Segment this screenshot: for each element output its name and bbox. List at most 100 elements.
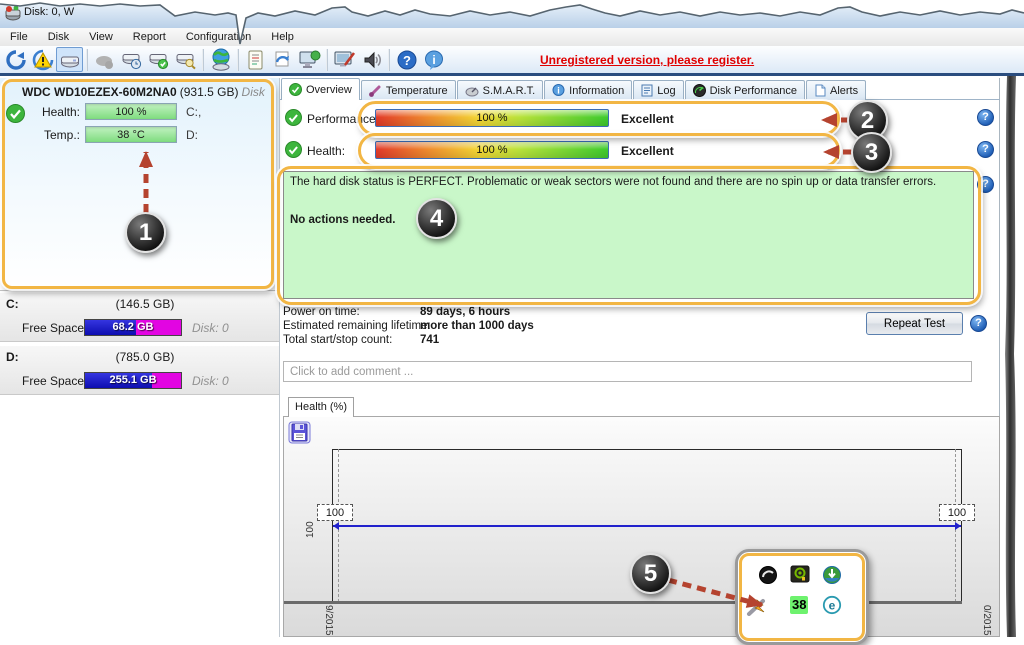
toolbar-separator xyxy=(326,49,328,71)
help-icon-performance[interactable]: ? xyxy=(977,109,994,126)
tab-disk-performance[interactable]: Disk Performance xyxy=(685,80,805,100)
system-tray-inset: 38 e xyxy=(735,549,869,645)
hd-sentinel-temp-tray-icon: 38 xyxy=(790,596,808,614)
stat-value: 741 xyxy=(420,334,439,346)
disk-select-icon[interactable] xyxy=(56,47,83,72)
free-space-value: 255.1 GB xyxy=(85,373,181,388)
volume-d-panel[interactable]: D: (785.0 GB) Free Space 255.1 GB Disk: … xyxy=(0,345,279,395)
tab-alerts[interactable]: Alerts xyxy=(806,80,866,100)
free-space-label: Free Space xyxy=(22,321,84,335)
toolbar-separator xyxy=(202,49,204,71)
plot-border-top xyxy=(332,449,962,450)
tab-strip: Overview Temperature S.M.A.R.T. i Inform… xyxy=(281,79,867,100)
svg-text:i: i xyxy=(432,53,435,67)
health-bar: 100 % xyxy=(375,141,609,159)
free-space-value: 68.2 GB xyxy=(85,320,181,335)
disk-title: WDC WD10EZEX-60M2NA0 (931.5 GB) Disk xyxy=(22,85,276,99)
volume-letter: C: xyxy=(6,297,19,311)
stat-label: Power on time: xyxy=(283,306,360,318)
save-chart-icon[interactable] xyxy=(288,421,311,444)
torn-edge-top xyxy=(0,0,1024,50)
report-icon[interactable] xyxy=(242,47,269,72)
page-icon xyxy=(814,84,826,97)
tab-information[interactable]: i Information xyxy=(544,80,632,100)
help-icon[interactable]: ? xyxy=(393,47,420,72)
toolbar-bottom-edge xyxy=(0,73,1024,76)
series-value-box-left: 100 xyxy=(317,504,353,521)
tab-overview[interactable]: Overview xyxy=(281,78,360,100)
tab-label: Overview xyxy=(306,84,352,96)
performance-gauge-icon xyxy=(693,84,706,97)
thermometer-icon xyxy=(369,84,382,97)
comment-input[interactable] xyxy=(283,361,972,382)
sidebar-divider xyxy=(279,78,280,637)
app-window: { "window": { "title": "Disk: 0, W" }, "… xyxy=(0,0,1024,637)
info-icon[interactable]: i xyxy=(420,47,447,72)
stat-value: 89 days, 6 hours xyxy=(420,306,510,318)
disk-suffix: Disk xyxy=(242,85,265,99)
health-label: Health: xyxy=(8,105,80,119)
volume-disk-ref: Disk: 0 xyxy=(192,321,229,335)
repeat-test-button[interactable]: Repeat Test xyxy=(866,312,963,335)
callout-4: 4 xyxy=(416,198,457,239)
temp-label: Temp.: xyxy=(8,128,80,142)
volume-letter: D: xyxy=(6,350,19,364)
computer-edit-icon[interactable] xyxy=(331,47,358,72)
status-text-box: The hard disk status is PERFECT. Problem… xyxy=(283,171,974,299)
tab-smart[interactable]: S.M.A.R.T. xyxy=(457,80,544,100)
sound-icon[interactable] xyxy=(358,47,385,72)
help-icon-repeat-test[interactable]: ? xyxy=(970,315,987,332)
disk-warning-icon[interactable] xyxy=(29,47,56,72)
series-value-box-right: 100 xyxy=(939,504,975,521)
sensor-tray-icon xyxy=(746,596,766,616)
nvidia-tray-icon xyxy=(790,564,810,584)
document-icon xyxy=(641,84,653,97)
disk-summary-panel[interactable]: WDC WD10EZEX-60M2NA0 (931.5 GB) Disk Hea… xyxy=(0,78,279,291)
free-space-label: Free Space xyxy=(22,374,84,388)
toolbar-separator xyxy=(388,49,390,71)
chart-tab-health[interactable]: Health (%) xyxy=(288,397,354,417)
performance-bar: 100 % xyxy=(375,109,609,127)
unregistered-notice[interactable]: Unregistered version, please register. xyxy=(540,53,754,67)
callout-1: 1 xyxy=(125,212,166,253)
y-axis-tick-label: 100 xyxy=(305,521,316,538)
disk-search-icon[interactable] xyxy=(172,47,199,72)
svg-text:?: ? xyxy=(403,53,411,68)
sync-icon[interactable] xyxy=(269,47,296,72)
toolbar-separator xyxy=(86,49,88,71)
torn-edge-right xyxy=(1000,74,1024,637)
refresh-icon[interactable] xyxy=(2,47,29,72)
disk-accept-icon[interactable] xyxy=(145,47,172,72)
disk-clock-icon[interactable] xyxy=(118,47,145,72)
x-axis-label-right: 0/2015 xyxy=(981,605,992,636)
download-manager-tray-icon xyxy=(822,565,842,585)
partition-line-1: C:, xyxy=(186,105,201,119)
partition-line-2: D: xyxy=(186,128,198,142)
callout-5: 5 xyxy=(630,553,671,594)
tab-temperature[interactable]: Temperature xyxy=(361,80,456,100)
check-circle-icon xyxy=(289,83,302,96)
status-action: No actions needed. xyxy=(290,214,967,226)
temp-bar: 38 °C xyxy=(85,126,177,143)
stat-label: Estimated remaining lifetime: xyxy=(283,320,431,332)
tab-label: Alerts xyxy=(830,85,858,97)
volume-disk-ref: Disk: 0 xyxy=(192,374,229,388)
svg-text:e: e xyxy=(829,599,836,613)
health-rating: Excellent xyxy=(621,144,674,158)
volume-c-panel[interactable]: C: (146.5 GB) Free Space 68.2 GB Disk: 0 xyxy=(0,292,279,342)
tab-log[interactable]: Log xyxy=(633,80,683,100)
toolbar-separator xyxy=(237,49,239,71)
callout-3: 3 xyxy=(851,132,892,173)
health-ok-icon xyxy=(285,141,302,158)
plot-border-right xyxy=(961,449,962,602)
help-icon-status[interactable]: ? xyxy=(977,176,994,193)
remote-monitor-icon[interactable] xyxy=(296,47,323,72)
free-space-bar: 68.2 GB xyxy=(84,319,182,336)
network-disk-icon[interactable] xyxy=(207,47,234,72)
disk-disabled-icon xyxy=(91,47,118,72)
info-balloon-icon: i xyxy=(552,84,565,97)
stat-value: more than 1000 days xyxy=(420,320,534,332)
media-player-tray-icon xyxy=(758,565,778,585)
help-icon-health[interactable]: ? xyxy=(977,141,994,158)
x-axis-label-left: 9/2015 xyxy=(323,605,334,636)
